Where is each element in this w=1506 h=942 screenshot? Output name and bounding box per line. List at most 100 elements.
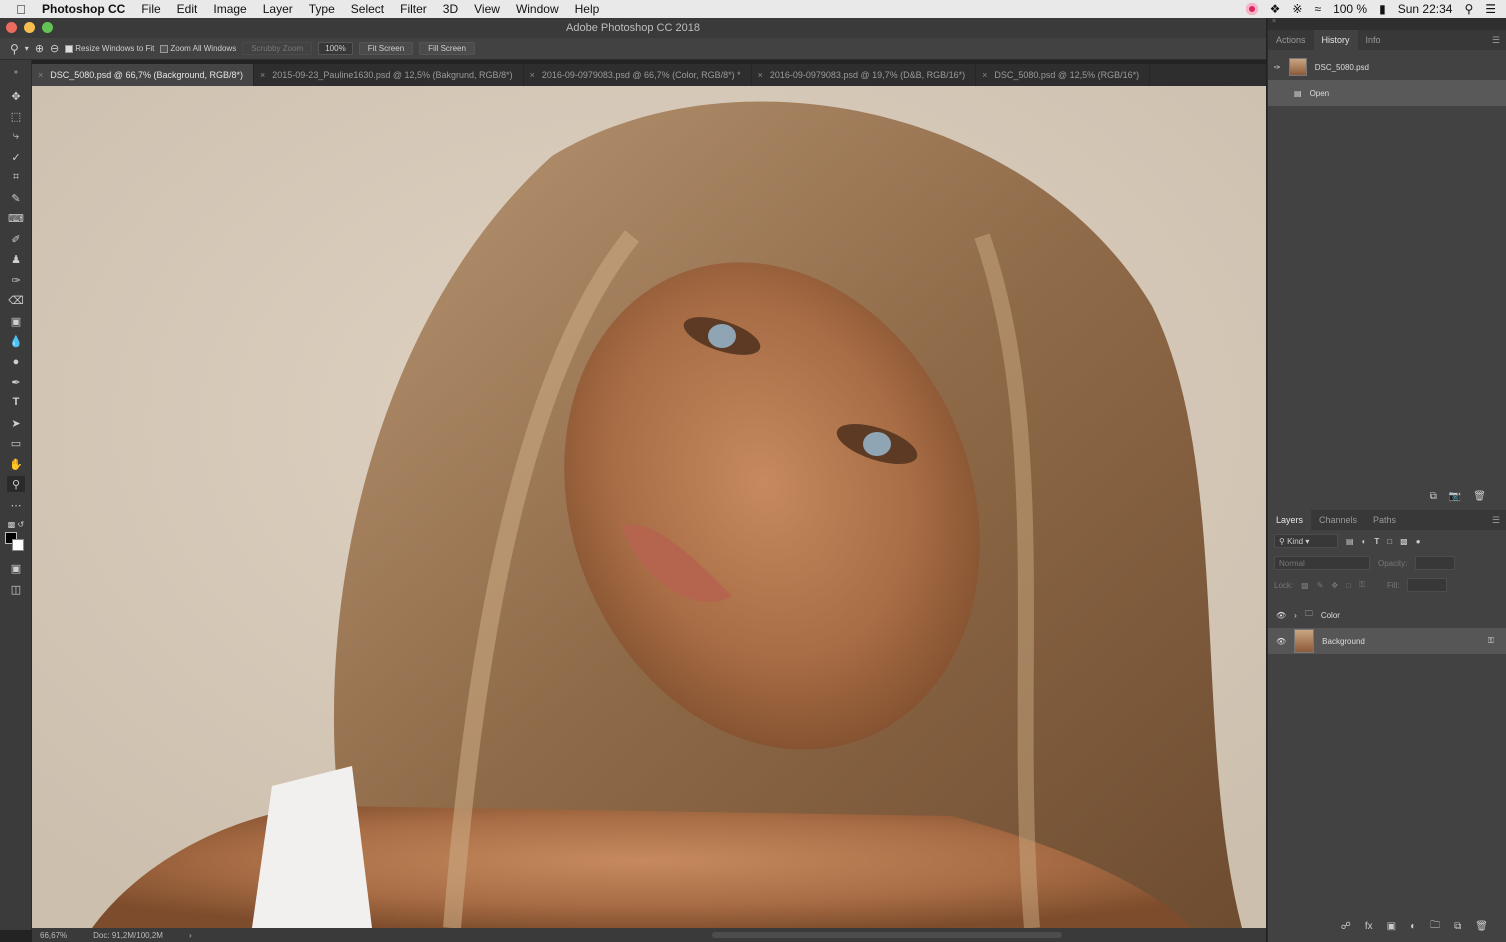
zoom-percent-field[interactable]: 100% — [318, 42, 353, 55]
record-icon[interactable] — [1245, 3, 1258, 15]
brush-tool-icon[interactable]: ✐ — [7, 231, 25, 247]
tab-info[interactable]: Info — [1358, 30, 1389, 50]
close-icon[interactable]: × — [260, 70, 265, 80]
blend-mode-select[interactable]: Normal — [1274, 556, 1370, 570]
rectangle-tool-icon[interactable]: ▭ — [7, 435, 25, 451]
lock-artboard-icon[interactable]: □ — [1346, 581, 1351, 590]
minimize-window-button[interactable] — [24, 22, 35, 33]
hand-tool-icon[interactable]: ✋ — [7, 456, 25, 472]
filter-toggle-icon[interactable]: ● — [1416, 537, 1421, 546]
crop-tool-icon[interactable]: ⌗ — [7, 169, 25, 185]
zoom-window-button[interactable] — [42, 22, 53, 33]
type-tool-icon[interactable]: T — [7, 394, 25, 410]
tab-actions[interactable]: Actions — [1268, 30, 1314, 50]
tab-document-5[interactable]: × DSC_5080.psd @ 12,5% (RGB/16*) — [976, 64, 1151, 86]
lock-all-icon[interactable]: ⚿ — [1359, 580, 1365, 590]
visibility-eye-icon[interactable]: 👁 — [1276, 611, 1286, 620]
healing-brush-tool-icon[interactable]: ⌨ — [7, 210, 25, 226]
tab-document-3[interactable]: × 2016-09-0979083.psd @ 66,7% (Color, RGB… — [524, 64, 752, 86]
marquee-tool-icon[interactable]: ⬚ — [7, 108, 25, 124]
eyedropper-tool-icon[interactable]: ✎ — [7, 190, 25, 206]
new-layer-icon[interactable]: ⧉ — [1454, 921, 1461, 932]
tab-layers[interactable]: Layers — [1268, 510, 1312, 530]
new-document-from-state-icon[interactable]: ⧉ — [1430, 491, 1437, 502]
add-mask-icon[interactable]: ▣ — [1387, 921, 1396, 932]
apple-icon[interactable]:  — [0, 2, 42, 17]
clone-stamp-tool-icon[interactable]: ♟ — [7, 251, 25, 267]
battery-icon[interactable]: ▮ — [1379, 2, 1386, 16]
shape-filter-icon[interactable]: □ — [1387, 537, 1392, 546]
quick-select-tool-icon[interactable]: ✓ — [7, 149, 25, 165]
lasso-tool-icon[interactable]: ⤷ — [7, 128, 25, 144]
zoom-in-icon[interactable]: ⊕ — [35, 42, 44, 55]
close-icon[interactable]: × — [982, 70, 987, 80]
menu-filter[interactable]: Filter — [392, 2, 435, 16]
document-canvas[interactable] — [32, 86, 1266, 928]
gradient-tool-icon[interactable]: ▣ — [7, 313, 25, 329]
wifi-icon[interactable]: ≈ — [1314, 2, 1321, 16]
menu-type[interactable]: Type — [301, 2, 343, 16]
layer-row-color[interactable]: 👁 › 🗀 Color — [1268, 602, 1506, 628]
menu-file[interactable]: File — [133, 2, 168, 16]
opacity-field[interactable] — [1415, 556, 1456, 570]
zoom-tool-active-icon[interactable]: ⚲ — [7, 476, 25, 492]
new-group-icon[interactable]: 🗀 — [1430, 918, 1440, 935]
close-icon[interactable]: × — [758, 70, 763, 80]
menu-window[interactable]: Window — [508, 2, 567, 16]
smart-object-filter-icon[interactable]: ▩ — [1400, 537, 1408, 546]
history-snapshot[interactable]: ✑ DSC_5080.psd — [1268, 54, 1506, 80]
history-brush-icon[interactable]: ✑ — [1274, 63, 1281, 72]
fit-screen-button[interactable]: Fit Screen — [358, 42, 414, 55]
camera-icon[interactable]: 📷 — [1449, 491, 1461, 502]
dodge-tool-icon[interactable]: ● — [7, 354, 25, 370]
notification-icon[interactable]: ☰ — [1485, 2, 1496, 16]
more-tools-icon[interactable]: ⋯ — [7, 497, 25, 513]
pen-tool-icon[interactable]: ✒ — [7, 374, 25, 390]
menu-layer[interactable]: Layer — [255, 2, 301, 16]
blur-tool-icon[interactable]: 💧 — [7, 333, 25, 349]
zoom-level[interactable]: 66,67% — [40, 931, 67, 940]
menu-edit[interactable]: Edit — [169, 2, 206, 16]
dropbox-icon[interactable]: ❖ — [1270, 2, 1281, 16]
default-colors-icon[interactable]: ▩ ↺ — [7, 516, 25, 532]
link-layers-icon[interactable]: ☍ — [1341, 921, 1351, 932]
bluetooth-icon[interactable]: ※ — [1292, 2, 1302, 16]
tab-history[interactable]: History — [1313, 30, 1358, 50]
zoom-out-icon[interactable]: ⊖ — [50, 42, 59, 55]
tab-document-2[interactable]: × 2015-09-23_Pauline1630.psd @ 12,5% (Bak… — [254, 64, 524, 86]
adjustment-layer-icon[interactable]: ◐ — [1410, 921, 1416, 932]
scrubby-zoom-checkbox[interactable]: Scrubby Zoom — [242, 42, 313, 55]
zoom-all-checkbox[interactable]: Zoom All Windows — [160, 44, 236, 53]
adjustment-filter-icon[interactable]: ◐ — [1362, 537, 1367, 546]
chevron-right-icon[interactable]: › — [189, 931, 192, 940]
lock-transparent-icon[interactable]: ▩ — [1301, 581, 1309, 590]
menu-3d[interactable]: 3D — [435, 2, 466, 16]
eraser-tool-icon[interactable]: ⌫ — [7, 292, 25, 308]
panel-menu-icon[interactable]: ☰ — [1492, 515, 1506, 526]
type-filter-icon[interactable]: T — [1374, 537, 1379, 546]
clock[interactable]: Sun 22:34 — [1398, 2, 1453, 16]
close-icon[interactable]: × — [38, 70, 43, 80]
lock-pixels-icon[interactable]: ✎ — [1317, 581, 1324, 590]
layer-kind-select[interactable]: ⚲ Kind ▾ — [1274, 534, 1338, 548]
menu-image[interactable]: Image — [205, 2, 254, 16]
menu-help[interactable]: Help — [567, 2, 608, 16]
history-brush-tool-icon[interactable]: ✑ — [7, 272, 25, 288]
menu-select[interactable]: Select — [343, 2, 392, 16]
move-tool-icon[interactable]: ✥ — [7, 88, 25, 104]
history-step-open[interactable]: ▤ Open — [1268, 80, 1506, 106]
fill-screen-button[interactable]: Fill Screen — [419, 42, 475, 55]
resize-windows-checkbox[interactable]: Resize Windows to Fit — [65, 44, 154, 53]
trash-icon[interactable]: 🗑 — [1475, 921, 1488, 932]
visibility-eye-icon[interactable]: 👁 — [1276, 637, 1286, 646]
collapse-toolbar-icon[interactable]: » — [7, 64, 25, 80]
tab-paths[interactable]: Paths — [1365, 510, 1404, 530]
menu-view[interactable]: View — [466, 2, 508, 16]
quick-mask-icon[interactable]: ▣ — [7, 560, 25, 576]
tab-channels[interactable]: Channels — [1311, 510, 1365, 530]
close-icon[interactable]: × — [530, 70, 535, 80]
fill-field[interactable] — [1407, 578, 1448, 592]
spotlight-icon[interactable]: ⚲ — [1464, 2, 1473, 16]
close-window-button[interactable] — [6, 22, 17, 33]
tab-document-1[interactable]: × DSC_5080.psd @ 66,7% (Background, RGB/8… — [32, 64, 255, 86]
